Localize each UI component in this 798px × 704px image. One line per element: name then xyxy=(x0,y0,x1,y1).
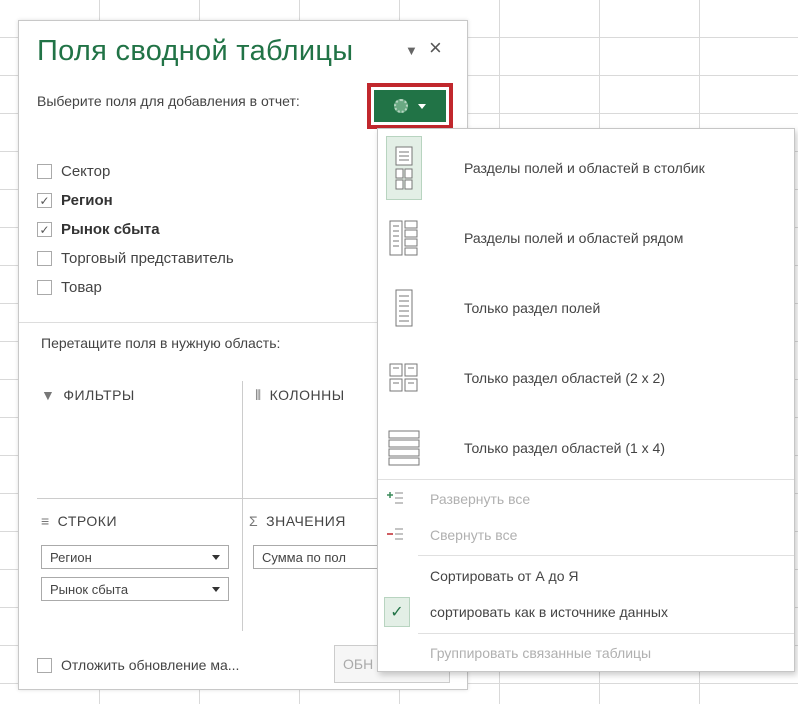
chip-label: Рынок сбыта xyxy=(50,581,129,597)
field-item-sales-rep[interactable]: Торговый представитель xyxy=(37,244,234,273)
tools-menu: Разделы полей и областей в столбик Разде… xyxy=(377,128,795,672)
layout-1x4-icon xyxy=(386,417,422,479)
menu-divider xyxy=(418,633,794,634)
menu-item-label: Развернуть все xyxy=(430,491,531,507)
menu-item-group-tables[interactable]: Группировать связанные таблицы xyxy=(378,637,794,669)
checkbox-checked[interactable]: ✓ xyxy=(37,193,52,208)
chevron-down-icon[interactable] xyxy=(212,555,220,560)
row-field-region[interactable]: Регион xyxy=(41,545,229,569)
field-item-product[interactable]: Товар xyxy=(37,273,234,302)
checkbox[interactable] xyxy=(37,657,52,673)
values-label: ЗНАЧЕНИЯ xyxy=(266,513,346,529)
area-divider-vertical xyxy=(242,381,243,631)
menu-item-areas-1x4[interactable]: Только раздел областей (1 x 4) xyxy=(378,413,794,483)
check-icon: ✓ xyxy=(384,597,410,627)
menu-item-sort-az[interactable]: Сортировать от А до Я xyxy=(378,559,794,593)
field-label: Рынок сбыта xyxy=(61,221,160,238)
expand-icon xyxy=(382,490,408,508)
chip-label: Регион xyxy=(50,549,92,565)
field-label: Товар xyxy=(61,279,102,296)
collapse-icon xyxy=(382,526,408,544)
gear-icon xyxy=(394,99,408,113)
defer-update[interactable]: Отложить обновление ма... xyxy=(37,657,239,673)
checkbox-checked[interactable]: ✓ xyxy=(37,222,52,237)
field-item-sector[interactable]: Сектор xyxy=(37,157,234,186)
menu-item-label: Только раздел полей xyxy=(464,300,601,316)
checkbox[interactable] xyxy=(37,251,52,266)
layout-fields-only-icon xyxy=(386,277,422,339)
values-area-header: Σ ЗНАЧЕНИЯ xyxy=(249,513,346,529)
menu-item-label: Только раздел областей (1 x 4) xyxy=(464,440,665,456)
menu-item-areas-2x2[interactable]: Только раздел областей (2 x 2) xyxy=(378,343,794,413)
pane-title: Поля сводной таблицы xyxy=(37,35,354,67)
menu-divider xyxy=(378,479,794,480)
filter-icon: ▼ xyxy=(41,387,56,403)
field-item-market[interactable]: ✓ Рынок сбыта xyxy=(37,215,234,244)
layout-side-icon xyxy=(386,207,422,269)
row-field-market[interactable]: Рынок сбыта xyxy=(41,577,229,601)
menu-item-label: Разделы полей и областей в столбик xyxy=(464,160,705,176)
rows-icon: ≡ xyxy=(41,513,50,529)
menu-item-label: Разделы полей и областей рядом xyxy=(464,230,684,246)
columns-icon: ⦀ xyxy=(255,387,262,403)
checkbox[interactable] xyxy=(37,164,52,179)
field-label: Торговый представитель xyxy=(61,250,234,267)
value-field-sum[interactable]: Сумма по пол xyxy=(253,545,393,569)
pane-options-icon[interactable]: ▼ xyxy=(405,43,418,58)
rows-label: СТРОКИ xyxy=(57,513,118,529)
menu-item-sort-source[interactable]: ✓ сортировать как в источнике данных xyxy=(378,593,794,631)
field-item-region[interactable]: ✓ Регион xyxy=(37,186,234,215)
field-list: Сектор ✓ Регион ✓ Рынок сбыта Торговый п… xyxy=(37,157,234,302)
chevron-down-icon[interactable] xyxy=(212,587,220,592)
close-icon[interactable]: × xyxy=(429,35,442,61)
defer-update-label: Отложить обновление ма... xyxy=(61,657,240,673)
menu-item-label: сортировать как в источнике данных xyxy=(430,604,668,620)
menu-divider xyxy=(418,555,794,556)
menu-item-expand-all[interactable]: Развернуть все xyxy=(378,483,794,515)
menu-item-label: Только раздел областей (2 x 2) xyxy=(464,370,665,386)
chevron-down-icon xyxy=(418,103,426,109)
columns-label: КОЛОННЫ xyxy=(269,387,345,403)
checkbox[interactable] xyxy=(37,280,52,295)
menu-item-side-by-side[interactable]: Разделы полей и областей рядом xyxy=(378,203,794,273)
columns-area-header: ⦀ КОЛОННЫ xyxy=(255,387,345,404)
filters-label: ФИЛЬТРЫ xyxy=(63,387,135,403)
menu-item-label: Группировать связанные таблицы xyxy=(430,645,652,661)
menu-item-fields-only[interactable]: Только раздел полей xyxy=(378,273,794,343)
menu-item-stacked[interactable]: Разделы полей и областей в столбик xyxy=(378,133,794,203)
layout-stacked-icon xyxy=(386,136,422,200)
filters-area-header: ▼ ФИЛЬТРЫ xyxy=(41,387,135,403)
menu-item-label: Сортировать от А до Я xyxy=(430,568,579,584)
chip-label: Сумма по пол xyxy=(262,549,346,565)
field-label: Регион xyxy=(61,192,113,209)
menu-item-label: Свернуть все xyxy=(430,527,518,543)
sigma-icon: Σ xyxy=(249,513,259,529)
tools-button[interactable] xyxy=(367,83,453,129)
menu-item-collapse-all[interactable]: Свернуть все xyxy=(378,519,794,551)
layout-2x2-icon xyxy=(386,347,422,409)
drag-fields-label: Перетащите поля в нужную область: xyxy=(41,335,281,351)
field-label: Сектор xyxy=(61,163,111,180)
choose-fields-label: Выберите поля для добавления в отчет: xyxy=(37,93,300,109)
rows-area-header: ≡ СТРОКИ xyxy=(41,513,117,529)
